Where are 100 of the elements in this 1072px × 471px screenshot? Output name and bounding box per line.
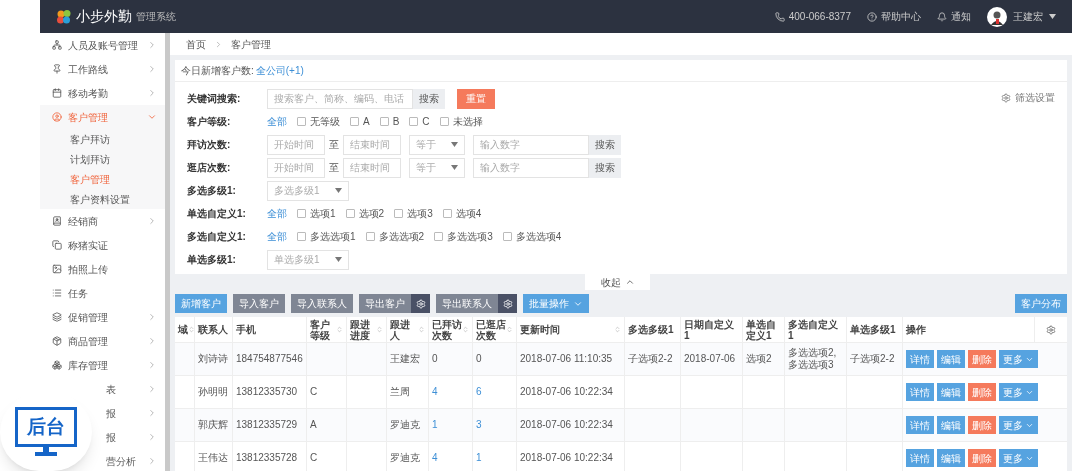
submenu-item[interactable]: 客户管理 — [40, 169, 165, 189]
checkbox[interactable] — [434, 232, 444, 241]
column-header[interactable]: 已逛店次数 — [473, 317, 517, 342]
collapse-tab[interactable]: 收起 — [585, 274, 650, 290]
column-header[interactable]: 日期自定义1 — [681, 317, 743, 342]
search-button[interactable]: 搜索 — [413, 88, 445, 109]
checkbox[interactable] — [409, 117, 419, 126]
table-cell: 6 — [473, 376, 517, 408]
column-header[interactable]: 多选自定义1 — [785, 317, 847, 342]
import-button[interactable]: 导入客户 — [233, 294, 285, 313]
dropdown-arrow-icon[interactable] — [451, 142, 458, 147]
checkbox[interactable] — [439, 117, 449, 126]
column-header[interactable]: 单选自定义1 — [743, 317, 785, 342]
map-button[interactable]: 客户分布 — [1015, 294, 1067, 313]
submenu-item[interactable]: 客户拜访 — [40, 129, 165, 149]
batch-button[interactable]: 批量操作 — [523, 294, 589, 313]
column-header[interactable]: 多选多级1 — [625, 317, 681, 342]
all-link[interactable]: 全部 — [267, 229, 287, 244]
checkbox[interactable] — [297, 232, 306, 241]
settings-icon[interactable] — [1046, 324, 1056, 335]
table-cell: 2018-07-06 10:22:34 — [517, 442, 625, 471]
action-button[interactable]: 编辑 — [937, 383, 965, 401]
more-button[interactable]: 更多 — [999, 383, 1038, 401]
sidebar-item[interactable]: 营分析 — [106, 453, 136, 469]
action-button[interactable]: 编辑 — [937, 449, 965, 467]
action-button[interactable]: 详情 — [906, 449, 934, 467]
help-icon[interactable] — [867, 11, 877, 22]
breadcrumb-link[interactable]: 首页 — [186, 36, 206, 52]
column-header[interactable]: 跟进人 — [387, 317, 429, 342]
column-header[interactable]: 联系人 — [195, 317, 233, 342]
table-cell: 2018-07-06 11:10:35 — [517, 343, 625, 375]
dropdown-arrow-icon[interactable] — [335, 188, 342, 193]
export-button[interactable]: 导出联系人 — [436, 294, 498, 313]
sidebar-item[interactable]: 促销管理 — [40, 305, 165, 329]
action-button[interactable]: 详情 — [906, 383, 934, 401]
more-button[interactable]: 更多 — [999, 449, 1038, 467]
sidebar-item[interactable]: 拍照上传 — [40, 257, 165, 281]
column-header[interactable]: 更新时间 — [517, 317, 625, 342]
checkbox[interactable] — [442, 209, 452, 218]
sidebar-item[interactable]: 称猪实证 — [40, 233, 165, 257]
sidebar-item[interactable]: 工作路线 — [40, 57, 165, 81]
search-button[interactable]: 搜索 — [589, 157, 621, 178]
sidebar-item[interactable]: 客户管理 — [40, 105, 165, 129]
gear-icon[interactable] — [1001, 92, 1011, 103]
column-header[interactable]: 操作 — [903, 317, 1035, 342]
more-button[interactable]: 更多 — [999, 350, 1038, 368]
bell-icon[interactable] — [937, 11, 947, 22]
dropdown-arrow-icon[interactable] — [335, 257, 342, 262]
settings-button[interactable] — [498, 294, 517, 313]
checkbox[interactable] — [365, 232, 375, 241]
filter-settings-link[interactable]: 筛选设置 — [1015, 90, 1055, 105]
reset-button[interactable]: 重置 — [457, 88, 495, 109]
sidebar-item[interactable]: 移动考勤 — [40, 81, 165, 105]
checkbox[interactable] — [394, 209, 404, 218]
sort-icon — [188, 326, 195, 333]
all-link[interactable]: 全部 — [267, 206, 287, 221]
caret-icon[interactable] — [1049, 14, 1056, 19]
action-button[interactable]: 删除 — [968, 449, 996, 467]
checkbox[interactable] — [297, 117, 306, 126]
action-button[interactable]: 详情 — [906, 350, 934, 368]
sidebar-item[interactable]: 商品管理 — [40, 329, 165, 353]
sidebar-item[interactable]: 经销商 — [40, 209, 165, 233]
action-button[interactable]: 编辑 — [937, 416, 965, 434]
checkbox[interactable] — [297, 209, 306, 218]
avatar[interactable] — [987, 6, 1007, 27]
settings-button[interactable] — [411, 294, 430, 313]
sidebar-item[interactable]: 库存管理 — [40, 353, 165, 377]
action-button[interactable]: 详情 — [906, 416, 934, 434]
column-header[interactable]: 手机 — [233, 317, 307, 342]
column-header[interactable]: 域 — [175, 317, 195, 342]
column-header[interactable]: 单选多级1 — [847, 317, 903, 342]
column-header[interactable]: 客户等级 — [307, 317, 347, 342]
action-button[interactable]: 删除 — [968, 383, 996, 401]
column-header[interactable]: 已拜访次数 — [429, 317, 473, 342]
submenu-item[interactable]: 客户资料设置 — [40, 189, 165, 209]
checkbox[interactable] — [350, 117, 359, 126]
add-button[interactable]: 新增客户 — [175, 294, 227, 313]
action-button[interactable]: 删除 — [968, 350, 996, 368]
column-header[interactable]: 跟进进度 — [347, 317, 387, 342]
search-button[interactable]: 搜索 — [589, 134, 621, 155]
action-button[interactable]: 删除 — [968, 416, 996, 434]
more-button[interactable]: 更多 — [999, 416, 1038, 434]
export-button[interactable]: 导出客户 — [359, 294, 411, 313]
today-link[interactable]: 全公司(+1) — [255, 63, 304, 78]
user-name[interactable]: 王建宏 — [1013, 9, 1043, 24]
dropdown-arrow-icon[interactable] — [451, 165, 458, 170]
checkbox[interactable] — [502, 232, 512, 241]
checkbox[interactable] — [379, 117, 389, 126]
sidebar-item[interactable]: 表 — [106, 381, 116, 397]
sidebar-item[interactable]: 人员及账号管理 — [40, 33, 165, 57]
sidebar-item[interactable]: 报 — [106, 429, 116, 445]
submenu-item[interactable]: 计划拜访 — [40, 149, 165, 169]
notify-link[interactable]: 通知 — [951, 9, 971, 24]
import-button[interactable]: 导入联系人 — [291, 294, 353, 313]
action-button[interactable]: 编辑 — [937, 350, 965, 368]
help-link[interactable]: 帮助中心 — [881, 9, 921, 24]
sidebar-item[interactable]: 任务 — [40, 281, 165, 305]
checkbox[interactable] — [345, 209, 355, 218]
all-link[interactable]: 全部 — [267, 114, 287, 129]
sidebar-item[interactable]: 报 — [106, 405, 116, 421]
